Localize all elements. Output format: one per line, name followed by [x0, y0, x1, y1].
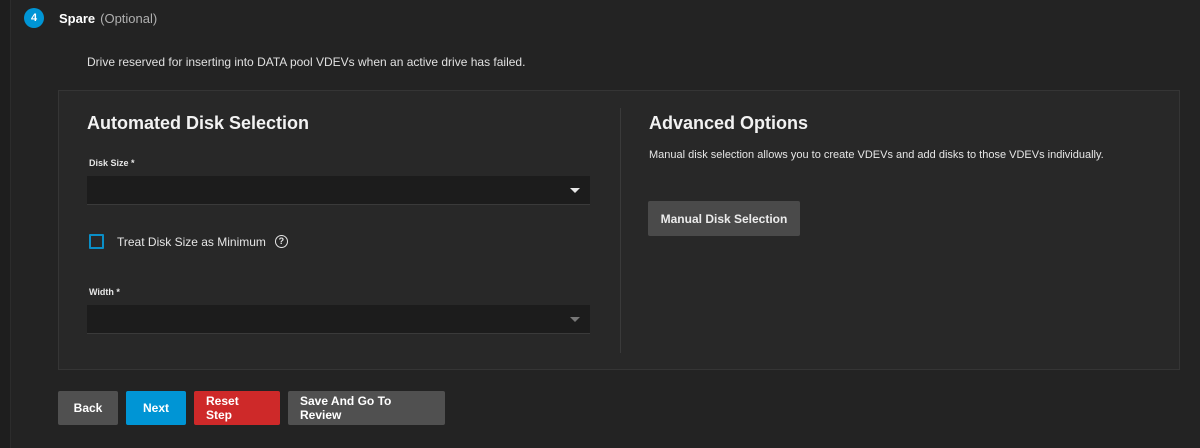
wizard-actions: Back Next Reset Step Save And Go To Revi…	[58, 391, 445, 425]
step-optional-label: (Optional)	[100, 10, 158, 26]
next-button[interactable]: Next	[126, 391, 186, 425]
treat-min-checkbox[interactable]	[89, 234, 104, 249]
back-button[interactable]: Back	[58, 391, 118, 425]
disk-selection-card: Automated Disk Selection Disk Size * Tre…	[58, 90, 1180, 370]
treat-min-row[interactable]: Treat Disk Size as Minimum ?	[89, 234, 288, 249]
chevron-down-icon	[570, 188, 580, 193]
width-label: Width *	[89, 287, 120, 297]
disk-size-select[interactable]	[87, 176, 590, 205]
advanced-section-title: Advanced Options	[649, 113, 809, 133]
disk-size-label: Disk Size *	[89, 158, 135, 168]
advanced-description: Manual disk selection allows you to crea…	[649, 149, 1104, 161]
step-title: Spare	[59, 10, 96, 26]
save-and-review-button[interactable]: Save And Go To Review	[288, 391, 445, 425]
treat-min-label: Treat Disk Size as Minimum	[117, 234, 266, 249]
step-description: Drive reserved for inserting into DATA p…	[87, 55, 526, 69]
reset-step-button[interactable]: Reset Step	[194, 391, 280, 425]
step-header[interactable]: 4 Spare (Optional)	[24, 8, 157, 28]
chevron-down-icon	[570, 317, 580, 322]
width-select[interactable]	[87, 305, 590, 334]
manual-disk-selection-button[interactable]: Manual Disk Selection	[648, 201, 800, 236]
step-number-badge: 4	[24, 8, 44, 28]
section-divider	[620, 108, 621, 353]
automated-section-title: Automated Disk Selection	[87, 113, 310, 133]
help-icon[interactable]: ?	[274, 235, 288, 248]
